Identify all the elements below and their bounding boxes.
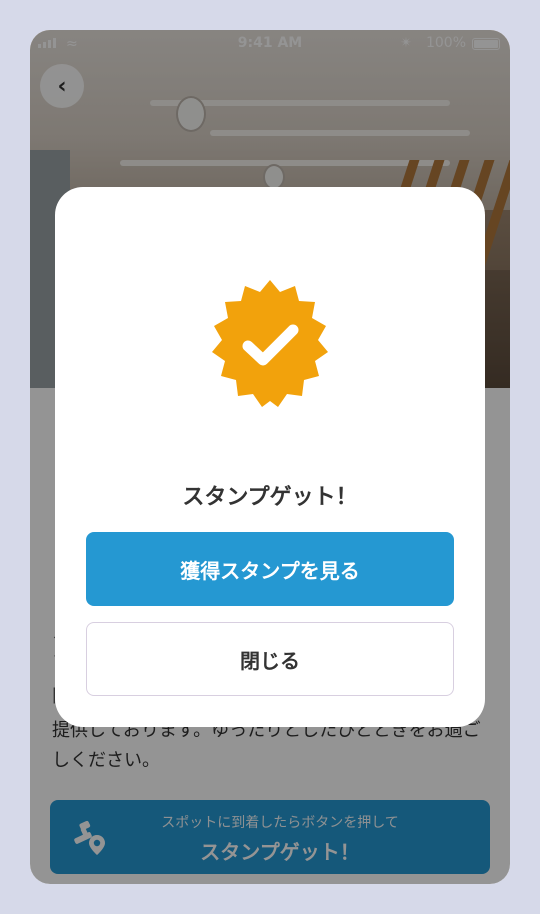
stamp-acquired-dialog: スタンプゲット！ 獲得スタンプを見る 閉じる (55, 187, 485, 727)
close-button[interactable]: 閉じる (86, 622, 454, 696)
verified-check-badge-icon (212, 280, 328, 407)
view-stamps-button[interactable]: 獲得スタンプを見る (86, 532, 454, 606)
dialog-title: スタンプゲット！ (182, 485, 358, 510)
app-screen: ≈ 9:41 AM ✴ 100% ‹ ・ ス フ 間 提供しております。ゆったり… (30, 30, 510, 884)
